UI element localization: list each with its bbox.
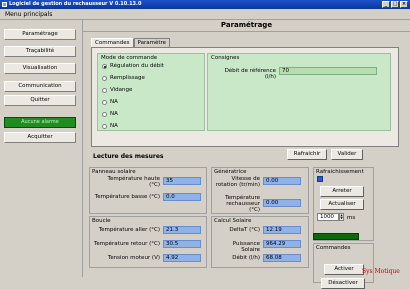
mode-group: Mode de commande Régulation du débit Rem… — [97, 53, 205, 131]
main-panel: Paramétrage Commandes Paramètre Mode de … — [82, 20, 410, 289]
interval-input[interactable]: 1000 — [317, 213, 339, 221]
temp-aller-value: 21.3 — [163, 226, 201, 234]
vitesse-label: Vitesse de rotation (tr/min) — [215, 176, 260, 188]
tab-parametre[interactable]: Paramètre — [133, 38, 171, 47]
radio-label: NA — [110, 111, 118, 117]
radio-na-1[interactable]: NA — [102, 99, 118, 105]
commandes-panel: Commandes Activer — [313, 243, 374, 283]
radio-button[interactable] — [102, 87, 107, 93]
rafraichissement-title: Rafraichissement — [316, 169, 364, 175]
sidebar-item-tracabilite[interactable]: Traçabilité — [4, 46, 76, 57]
panneau-solaire-panel: Panneau solaire Température haute (°C) 3… — [89, 167, 207, 214]
radio-label: Vidange — [110, 87, 133, 93]
delta-value: 12.19 — [263, 226, 301, 234]
radio-button[interactable] — [102, 75, 107, 81]
radio-button[interactable] — [102, 99, 107, 105]
interval-unit: ms — [347, 215, 356, 221]
panneau-solaire-title: Panneau solaire — [92, 169, 136, 175]
calcul-solaire-title: Calcul Solaire — [214, 218, 252, 224]
tab-commandes[interactable]: Commandes — [91, 38, 134, 47]
mode-group-title: Mode de commande — [101, 55, 158, 61]
radio-button[interactable] — [102, 123, 107, 129]
radio-remplissage[interactable]: Remplissage — [102, 75, 145, 81]
temp-rechausseur-value: 0.00 — [263, 199, 301, 207]
temp-haute-label: Température haute (°C) — [107, 176, 160, 188]
debit-value: 68.08 — [263, 254, 301, 262]
sidebar-item-visualisation[interactable]: Visualisation — [4, 63, 76, 74]
calcul-solaire-panel: Calcul Solaire DeltaT (°C) 12.19 Puissan… — [211, 216, 309, 268]
radio-na-2[interactable]: NA — [102, 111, 118, 117]
refresh-button[interactable]: Rafraichir — [287, 149, 327, 160]
interval-stepper[interactable]: ▲ ▼ — [339, 213, 344, 221]
temp-basse-value: 0.0 — [163, 193, 201, 201]
sidebar-item-communication[interactable]: Communication — [4, 81, 76, 92]
window-titlebar: Logiciel de gestion du rechausseur V 0.1… — [0, 0, 410, 9]
radio-label: Remplissage — [110, 75, 145, 81]
debit-reference-input[interactable]: 70 — [279, 67, 377, 75]
consignes-group: Consignes Débit de référence (l/h) 70 — [207, 53, 391, 131]
window-title: Logiciel de gestion du rechausseur V 0.1… — [9, 1, 142, 7]
commandes-title: Commandes — [316, 245, 351, 251]
minimize-button[interactable]: _ — [382, 1, 390, 8]
refresh-indicator — [317, 176, 323, 182]
temp-basse-label: Température basse (°C) — [94, 194, 160, 200]
tab-strip: Commandes Paramètre — [91, 38, 171, 47]
radio-label: Régulation du débit — [110, 63, 164, 69]
vitesse-value: 0.00 — [263, 177, 301, 185]
page-title: Paramétrage — [83, 21, 410, 32]
boucle-panel: Boucle Température aller (°C) 21.3 Tempé… — [89, 216, 207, 268]
menu-principal[interactable]: Menu principals — [5, 11, 52, 18]
rafraichissement-panel: Rafraichissement Arreter Actualiser 1000… — [313, 167, 374, 241]
puissance-value: 964.29 — [263, 240, 301, 248]
consignes-group-title: Consignes — [211, 55, 240, 61]
menubar: Menu principals — [0, 9, 410, 20]
stop-refresh-button[interactable]: Arreter — [320, 186, 364, 197]
radio-button-selected[interactable] — [102, 63, 107, 69]
delta-label: DeltaT (°C) — [229, 227, 260, 233]
measures-title: Lecture des mesures — [93, 153, 164, 160]
close-button[interactable]: × — [400, 1, 408, 8]
app-icon — [2, 2, 7, 7]
activate-button[interactable]: Activer — [324, 264, 364, 275]
temp-haute-value: 35 — [163, 177, 201, 185]
radio-na-3[interactable]: NA — [102, 123, 118, 129]
sidebar: Paramétrage Traçabilité Visualisation Co… — [0, 20, 80, 277]
watermark: Sys Motique — [362, 268, 400, 275]
sidebar-item-quitter[interactable]: Quitter — [4, 95, 76, 106]
radio-regulation[interactable]: Régulation du débit — [102, 63, 164, 69]
update-button[interactable]: Actualiser — [320, 199, 364, 210]
generatrice-title: Génératrice — [214, 169, 247, 175]
debit-label: Débit (l/h) — [232, 255, 260, 261]
temp-retour-value: 30.5 — [163, 240, 201, 248]
maximize-button[interactable]: □ — [391, 1, 399, 8]
tension-moteur-value: 4.92 — [163, 254, 201, 262]
temp-retour-label: Température retour (°C) — [93, 241, 160, 247]
radio-label: NA — [110, 99, 118, 105]
deactivate-button[interactable]: Désactiver — [321, 278, 365, 289]
tension-moteur-label: Tension moteur (V) — [107, 255, 160, 261]
stepper-down-icon[interactable]: ▼ — [340, 217, 343, 220]
puissance-label: Puissance Solaire — [232, 241, 260, 253]
acknowledge-button[interactable]: Acquitter — [4, 132, 76, 143]
validate-button[interactable]: Valider — [331, 149, 363, 160]
temp-rechausseur-label: Température rechausseur (°C) — [225, 195, 260, 213]
tab-panel-commandes: Mode de commande Régulation du débit Rem… — [91, 47, 399, 147]
generatrice-panel: Génératrice Vitesse de rotation (tr/min)… — [211, 167, 309, 214]
radio-label: NA — [110, 123, 118, 129]
radio-vidange[interactable]: Vidange — [102, 87, 132, 93]
boucle-title: Boucle — [92, 218, 111, 224]
command-status-bar — [313, 233, 359, 240]
sidebar-item-parametrage[interactable]: Paramétrage — [4, 29, 76, 40]
alarm-status: Aucune alarme — [4, 117, 76, 128]
temp-aller-label: Température aller (°C) — [98, 227, 160, 233]
debit-reference-label: Débit de référence (l/h) — [224, 68, 276, 80]
radio-button[interactable] — [102, 111, 107, 117]
